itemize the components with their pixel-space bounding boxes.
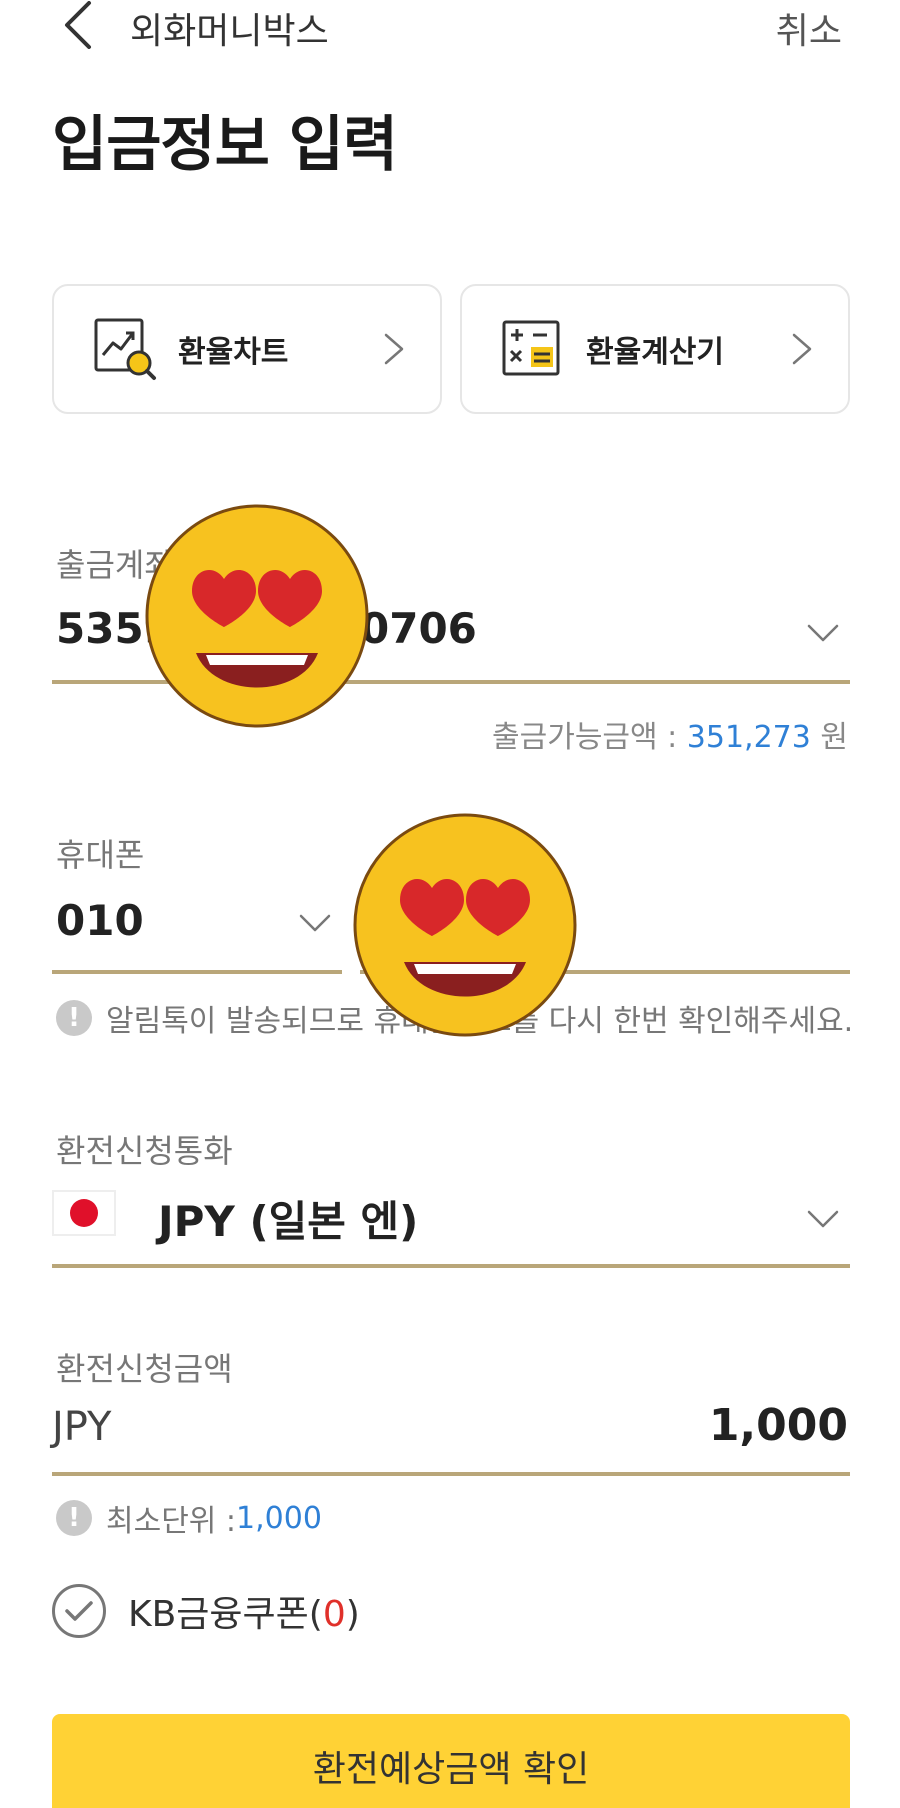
nav-title: 외화머니박스 [130, 11, 329, 52]
currency-label: 환전신청통화 [56, 1132, 233, 1170]
amount-label: 환전신청금액 [56, 1350, 233, 1388]
min-unit-notice: ! 최소단위 : 1,000 [56, 1496, 322, 1540]
cancel-button[interactable]: 취소 [776, 2, 842, 54]
calculator-icon [500, 316, 566, 382]
exchange-rate-chart-label: 환율차트 [178, 335, 289, 370]
exclamation-icon: ! [56, 1000, 92, 1036]
kb-coupon-label-prefix: KB금융쿠폰( [128, 1594, 323, 1635]
exchange-rate-chart-button[interactable]: 환율차트 [52, 284, 442, 414]
phone-label: 휴대폰 [56, 836, 145, 874]
currency-select[interactable]: JPY (일본 엔) [158, 1188, 418, 1249]
page-title: 입금정보 입력 [52, 110, 398, 180]
chevron-down-icon[interactable] [298, 912, 332, 934]
chart-search-icon [92, 316, 158, 382]
kb-coupon-checkbox[interactable]: KB금융쿠폰(0) [52, 1584, 360, 1638]
chevron-right-icon [384, 333, 404, 365]
chevron-down-icon[interactable] [806, 622, 840, 644]
min-unit-value: 1,000 [236, 1500, 322, 1536]
chevron-left-icon [65, 1, 91, 49]
currency-underline [52, 1264, 850, 1268]
japan-flag-icon [52, 1190, 116, 1236]
kb-coupon-label-suffix: ) [345, 1594, 360, 1635]
available-balance-label: 출금가능금액 : [492, 720, 687, 755]
chevron-down-icon[interactable] [806, 1208, 840, 1230]
exchange-calculator-label: 환율계산기 [586, 335, 724, 370]
amount-underline [52, 1472, 850, 1476]
amount-currency-code: JPY [52, 1404, 112, 1450]
kb-coupon-count: 0 [322, 1594, 346, 1635]
available-balance: 출금가능금액 : 351,273 원 [492, 712, 848, 756]
available-balance-amount: 351,273 [686, 720, 811, 755]
deposit-info-screen: 외화머니박스 취소 입금정보 입력 환율차트 환율계산기 출금계좌 5359 0… [0, 0, 900, 1808]
back-button[interactable] [56, 0, 100, 50]
min-unit-label: 최소단위 : [106, 1504, 237, 1539]
amount-input[interactable]: 1,000 [709, 1400, 848, 1451]
check-icon [52, 1584, 106, 1638]
available-balance-unit: 원 [810, 720, 848, 755]
withdraw-account-number-end: 0706 [360, 604, 477, 653]
kb-coupon-label: KB금융쿠폰(0) [128, 1585, 360, 1637]
phone-prefix-select[interactable]: 010 [56, 896, 144, 945]
confirm-estimate-button[interactable]: 환전예상금액 확인 [52, 1714, 850, 1808]
exclamation-icon: ! [56, 1500, 92, 1536]
heart-eyes-emoji-icon [145, 504, 369, 728]
chevron-right-icon [792, 333, 812, 365]
phone-prefix-underline [52, 970, 342, 974]
exchange-calculator-button[interactable]: 환율계산기 [460, 284, 850, 414]
heart-eyes-emoji-icon [353, 813, 577, 1037]
